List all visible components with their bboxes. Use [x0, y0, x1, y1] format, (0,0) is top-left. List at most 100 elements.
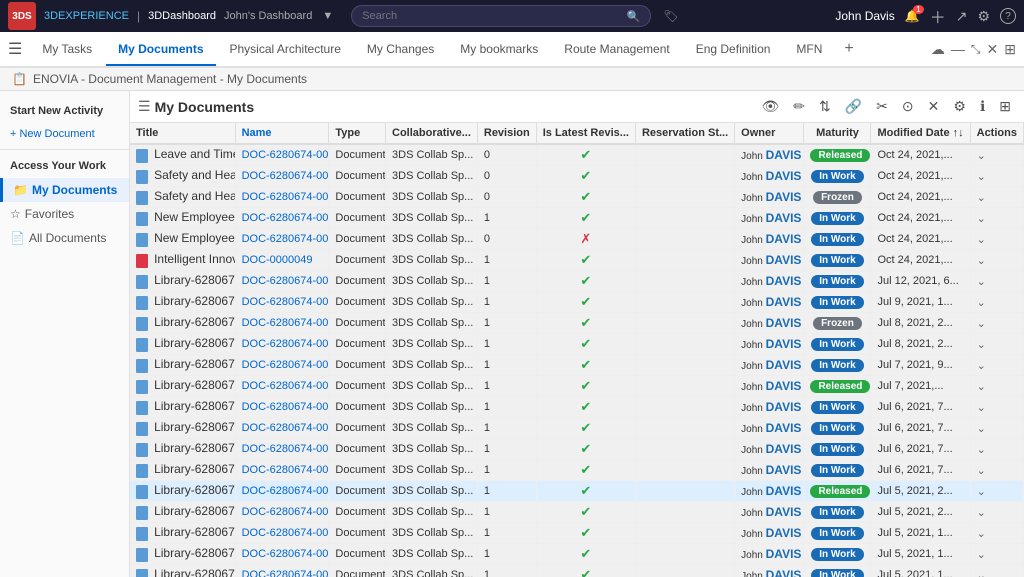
cell-actions[interactable]: ⌄ — [970, 187, 1023, 208]
toolbar-settings-icon[interactable]: ⚙ — [948, 95, 971, 118]
toolbar-delete-icon[interactable]: ✕ — [923, 95, 945, 118]
cell-actions[interactable]: ⌄ — [970, 166, 1023, 187]
nav-expand-icon[interactable]: ⤡ — [971, 42, 981, 57]
cell-actions[interactable]: ⌄ — [970, 250, 1023, 271]
cell-name[interactable]: DOC-6280674-0000061 — [235, 565, 329, 577]
cell-name[interactable]: DOC-6280674-0000099 — [235, 166, 329, 187]
cell-name[interactable]: DOC-6280674-0000071 — [235, 355, 329, 376]
cell-actions[interactable]: ⌄ — [970, 144, 1023, 166]
cell-name[interactable]: DOC-6280674-0000069 — [235, 397, 329, 418]
row-action-button[interactable]: ⌄ — [977, 234, 986, 246]
row-action-button[interactable]: ⌄ — [977, 360, 986, 372]
col-header-collab[interactable]: Collaborative... — [386, 123, 478, 144]
search-bar[interactable]: 🔍 — [351, 5, 651, 27]
cell-actions[interactable]: ⌄ — [970, 313, 1023, 334]
toolbar-visibility-icon[interactable]: 👁 — [756, 95, 784, 118]
cell-actions[interactable]: ⌄ — [970, 418, 1023, 439]
row-action-button[interactable]: ⌄ — [977, 381, 986, 393]
cell-name[interactable]: DOC-6280674-0000073 — [235, 313, 329, 334]
help-icon[interactable]: ? — [1000, 8, 1016, 24]
col-header-name[interactable]: Name — [235, 123, 329, 144]
col-header-latest[interactable]: Is Latest Revis... — [536, 123, 635, 144]
cell-name[interactable]: DOC-6280674-0000063 — [235, 523, 329, 544]
add-icon[interactable]: ＋ — [930, 4, 946, 28]
row-action-button[interactable]: ⌄ — [977, 150, 986, 162]
cell-name[interactable]: DOC-6280674-0000068 — [235, 418, 329, 439]
notification-icon[interactable]: 🔔1 — [905, 9, 920, 23]
cell-actions[interactable]: ⌄ — [970, 439, 1023, 460]
row-action-button[interactable]: ⌄ — [977, 297, 986, 309]
share-icon[interactable]: ↗ — [956, 8, 968, 25]
cell-name[interactable]: DOC-0000049 — [235, 250, 329, 271]
dropdown-arrow[interactable]: ▼ — [322, 10, 333, 22]
col-header-modified[interactable]: Modified Date ↑↓ — [871, 123, 970, 144]
cell-actions[interactable]: ⌄ — [970, 523, 1023, 544]
cell-name[interactable]: DOC-6280674-0000100 — [235, 144, 329, 166]
cell-name[interactable]: DOC-6280674-0000074 — [235, 292, 329, 313]
cell-actions[interactable]: ⌄ — [970, 460, 1023, 481]
cell-actions[interactable]: ⌄ — [970, 271, 1023, 292]
row-action-button[interactable]: ⌄ — [977, 171, 986, 183]
cell-name[interactable]: DOC-6280674-0000075 — [235, 271, 329, 292]
row-action-button[interactable]: ⌄ — [977, 444, 986, 456]
cell-name[interactable]: DOC-6280674-0000097 — [235, 208, 329, 229]
row-action-button[interactable]: ⌄ — [977, 423, 986, 435]
hamburger-icon[interactable]: ☰ — [8, 39, 22, 59]
cell-name[interactable]: DOC-6280674-0000097 — [235, 229, 329, 250]
nav-cloud-icon[interactable]: ☁ — [931, 41, 945, 58]
cell-actions[interactable]: ⌄ — [970, 397, 1023, 418]
row-action-button[interactable]: ⌄ — [977, 528, 986, 540]
row-action-button[interactable]: ⌄ — [977, 318, 986, 330]
cell-actions[interactable]: ⌄ — [970, 565, 1023, 577]
toolbar-info-icon[interactable]: ℹ — [975, 95, 990, 118]
row-action-button[interactable]: ⌄ — [977, 213, 986, 225]
nav-item-my-changes[interactable]: My Changes — [355, 34, 446, 66]
toolbar-link-icon[interactable]: 🔗 — [840, 95, 867, 118]
cell-actions[interactable]: ⌄ — [970, 376, 1023, 397]
toolbar-edit-icon[interactable]: ✏ — [788, 95, 810, 118]
nav-item-my-documents[interactable]: My Documents — [106, 34, 215, 66]
col-header-maturity[interactable]: Maturity — [804, 123, 871, 144]
nav-item-my-tasks[interactable]: My Tasks — [30, 34, 104, 66]
row-action-button[interactable]: ⌄ — [977, 465, 986, 477]
nav-item-route-mgmt[interactable]: Route Management — [552, 34, 681, 66]
cell-actions[interactable]: ⌄ — [970, 292, 1023, 313]
cell-actions[interactable]: ⌄ — [970, 229, 1023, 250]
row-action-button[interactable]: ⌄ — [977, 276, 986, 288]
row-action-button[interactable]: ⌄ — [977, 486, 986, 498]
cell-actions[interactable]: ⌄ — [970, 544, 1023, 565]
col-header-title[interactable]: Title — [130, 123, 235, 144]
nav-item-my-bookmarks[interactable]: My bookmarks — [448, 34, 550, 66]
sidebar-item-my-documents[interactable]: 📁 My Documents — [0, 178, 129, 202]
search-input[interactable] — [362, 10, 626, 22]
cell-actions[interactable]: ⌄ — [970, 502, 1023, 523]
col-header-owner[interactable]: Owner — [735, 123, 804, 144]
cell-actions[interactable]: ⌄ — [970, 355, 1023, 376]
nav-close-icon[interactable]: ✕ — [987, 41, 999, 58]
nav-item-eng-def[interactable]: Eng Definition — [684, 34, 783, 66]
nav-add-button[interactable]: + — [836, 36, 861, 62]
col-header-revision[interactable]: Revision — [477, 123, 536, 144]
nav-item-physical-arch[interactable]: Physical Architecture — [218, 34, 353, 66]
toolbar-copy-icon[interactable]: ⊙ — [897, 95, 919, 118]
cell-name[interactable]: DOC-6280674-0000072 — [235, 334, 329, 355]
row-action-button[interactable]: ⌄ — [977, 549, 986, 561]
col-header-reservation[interactable]: Reservation St... — [635, 123, 734, 144]
nav-grid-icon[interactable]: ⊞ — [1004, 41, 1016, 58]
row-action-button[interactable]: ⌄ — [977, 255, 986, 267]
cell-name[interactable]: DOC-6280674-0000064 — [235, 502, 329, 523]
toolbar-table-icon[interactable]: ⊞ — [994, 95, 1016, 118]
cell-name[interactable]: DOC-6280674-0000066 — [235, 460, 329, 481]
row-action-button[interactable]: ⌄ — [977, 192, 986, 204]
cell-name[interactable]: DOC-6280674-0000070 — [235, 376, 329, 397]
cell-actions[interactable]: ⌄ — [970, 208, 1023, 229]
row-action-button[interactable]: ⌄ — [977, 402, 986, 414]
row-action-button[interactable]: ⌄ — [977, 507, 986, 519]
tag-icon[interactable]: 🏷 — [663, 9, 678, 23]
cell-name[interactable]: DOC-6280674-0000062 — [235, 544, 329, 565]
col-header-type[interactable]: Type — [329, 123, 386, 144]
cell-actions[interactable]: ⌄ — [970, 334, 1023, 355]
cell-name[interactable]: DOC-6280674-0000067 — [235, 439, 329, 460]
tools-icon[interactable]: ⚙ — [977, 8, 990, 25]
cell-name[interactable]: DOC-6280674-0000098 — [235, 187, 329, 208]
